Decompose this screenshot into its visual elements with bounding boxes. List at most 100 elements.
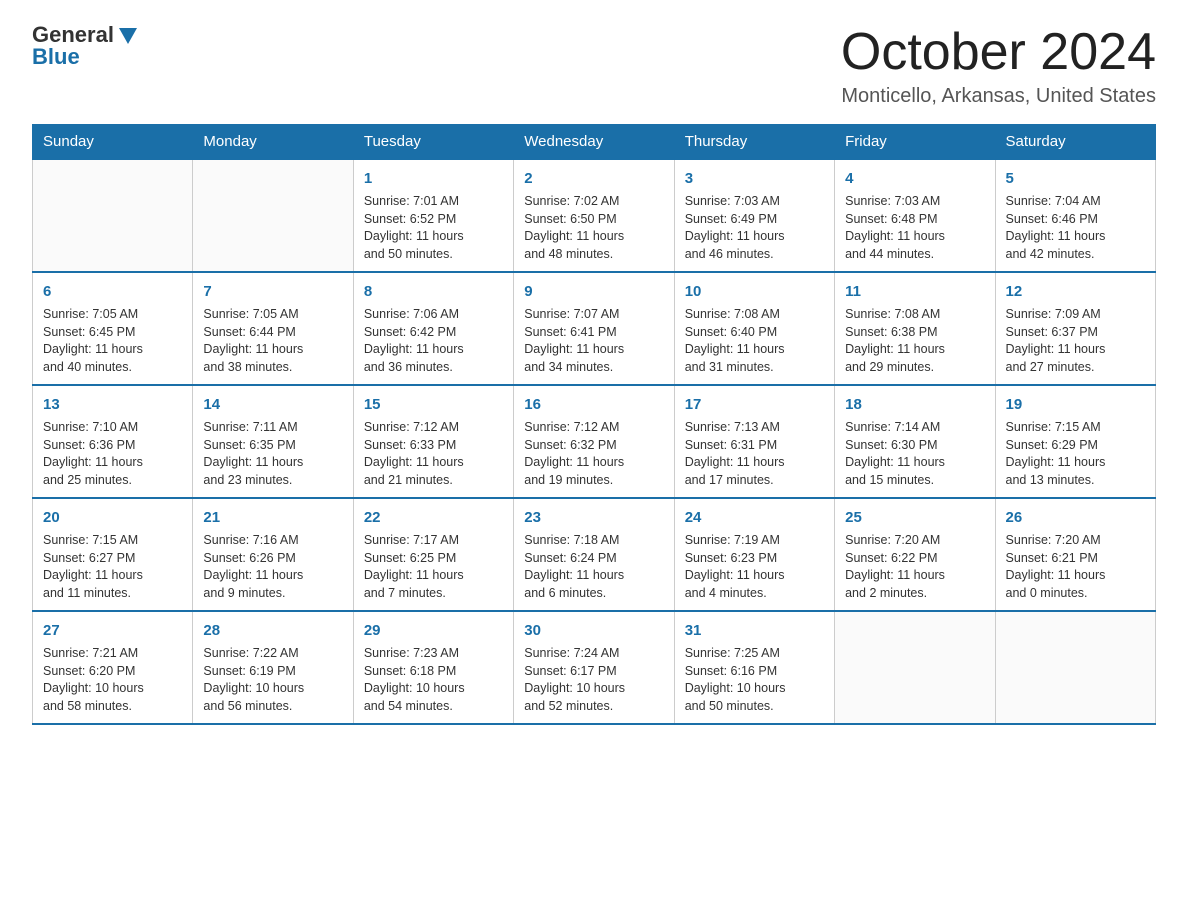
table-row: 2 Sunrise: 7:02 AM Sunset: 6:50 PM Daylig… (514, 159, 674, 272)
col-wednesday: Wednesday (514, 125, 674, 160)
day-number: 2 (524, 168, 663, 189)
calendar-table: Sunday Monday Tuesday Wednesday Thursday… (32, 124, 1156, 725)
day-number: 7 (203, 281, 342, 302)
day-number: 29 (364, 620, 503, 641)
title-block: October 2024 Monticello, Arkansas, Unite… (841, 24, 1156, 108)
day-info: Sunrise: 7:16 AM Sunset: 6:26 PM Dayligh… (203, 532, 342, 602)
table-row: 28 Sunrise: 7:22 AM Sunset: 6:19 PM Dayli… (193, 611, 353, 724)
day-info: Sunrise: 7:11 AM Sunset: 6:35 PM Dayligh… (203, 419, 342, 489)
col-sunday: Sunday (33, 125, 193, 160)
day-info: Sunrise: 7:12 AM Sunset: 6:32 PM Dayligh… (524, 419, 663, 489)
table-row (835, 611, 995, 724)
col-saturday: Saturday (995, 125, 1155, 160)
day-number: 11 (845, 281, 984, 302)
logo: General Blue (32, 24, 139, 68)
day-number: 5 (1006, 168, 1145, 189)
table-row: 5 Sunrise: 7:04 AM Sunset: 6:46 PM Daylig… (995, 159, 1155, 272)
day-info: Sunrise: 7:25 AM Sunset: 6:16 PM Dayligh… (685, 645, 824, 715)
calendar-week-row: 20Sunrise: 7:15 AM Sunset: 6:27 PM Dayli… (33, 498, 1156, 611)
table-row: 13 Sunrise: 7:10 AM Sunset: 6:36 PM Dayli… (33, 385, 193, 498)
day-number: 14 (203, 394, 342, 415)
table-row: 20Sunrise: 7:15 AM Sunset: 6:27 PM Dayli… (33, 498, 193, 611)
day-number: 8 (364, 281, 503, 302)
calendar-week-row: 6Sunrise: 7:05 AM Sunset: 6:45 PM Daylig… (33, 272, 1156, 385)
table-row: 18 Sunrise: 7:14 AM Sunset: 6:30 PM Dayli… (835, 385, 995, 498)
col-tuesday: Tuesday (353, 125, 513, 160)
table-row: 22 Sunrise: 7:17 AM Sunset: 6:25 PM Dayli… (353, 498, 513, 611)
day-info: Sunrise: 7:18 AM Sunset: 6:24 PM Dayligh… (524, 532, 663, 602)
day-info: Sunrise: 7:03 AM Sunset: 6:49 PM Dayligh… (685, 193, 824, 263)
day-info: Sunrise: 7:24 AM Sunset: 6:17 PM Dayligh… (524, 645, 663, 715)
day-info: Sunrise: 7:02 AM Sunset: 6:50 PM Dayligh… (524, 193, 663, 263)
table-row: 12Sunrise: 7:09 AM Sunset: 6:37 PM Dayli… (995, 272, 1155, 385)
logo-text-general: General (32, 24, 114, 46)
day-number: 28 (203, 620, 342, 641)
logo-text-blue: Blue (32, 46, 80, 68)
day-number: 23 (524, 507, 663, 528)
table-row: 15 Sunrise: 7:12 AM Sunset: 6:33 PM Dayli… (353, 385, 513, 498)
day-number: 17 (685, 394, 824, 415)
location-title: Monticello, Arkansas, United States (841, 85, 1156, 108)
day-number: 18 (845, 394, 984, 415)
logo-triangle-icon (117, 24, 139, 46)
col-monday: Monday (193, 125, 353, 160)
day-info: Sunrise: 7:20 AM Sunset: 6:22 PM Dayligh… (845, 532, 984, 602)
table-row: 19 Sunrise: 7:15 AM Sunset: 6:29 PM Dayli… (995, 385, 1155, 498)
calendar-week-row: 1 Sunrise: 7:01 AM Sunset: 6:52 PM Daylig… (33, 159, 1156, 272)
day-info: Sunrise: 7:04 AM Sunset: 6:46 PM Dayligh… (1006, 193, 1145, 263)
day-info: Sunrise: 7:03 AM Sunset: 6:48 PM Dayligh… (845, 193, 984, 263)
day-number: 30 (524, 620, 663, 641)
table-row: 9 Sunrise: 7:07 AM Sunset: 6:41 PM Daylig… (514, 272, 674, 385)
day-number: 3 (685, 168, 824, 189)
table-row: 23 Sunrise: 7:18 AM Sunset: 6:24 PM Dayli… (514, 498, 674, 611)
day-number: 26 (1006, 507, 1145, 528)
day-number: 1 (364, 168, 503, 189)
day-number: 22 (364, 507, 503, 528)
day-number: 6 (43, 281, 182, 302)
day-info: Sunrise: 7:10 AM Sunset: 6:36 PM Dayligh… (43, 419, 182, 489)
day-number: 9 (524, 281, 663, 302)
calendar-week-row: 27 Sunrise: 7:21 AM Sunset: 6:20 PM Dayli… (33, 611, 1156, 724)
day-info: Sunrise: 7:21 AM Sunset: 6:20 PM Dayligh… (43, 645, 182, 715)
day-number: 20 (43, 507, 182, 528)
day-info: Sunrise: 7:15 AM Sunset: 6:29 PM Dayligh… (1006, 419, 1145, 489)
table-row: 31Sunrise: 7:25 AM Sunset: 6:16 PM Dayli… (674, 611, 834, 724)
table-row (193, 159, 353, 272)
page-header: General Blue October 2024 Monticello, Ar… (32, 24, 1156, 108)
day-number: 19 (1006, 394, 1145, 415)
table-row: 25 Sunrise: 7:20 AM Sunset: 6:22 PM Dayli… (835, 498, 995, 611)
table-row (33, 159, 193, 272)
day-info: Sunrise: 7:19 AM Sunset: 6:23 PM Dayligh… (685, 532, 824, 602)
table-row: 16Sunrise: 7:12 AM Sunset: 6:32 PM Dayli… (514, 385, 674, 498)
table-row: 24Sunrise: 7:19 AM Sunset: 6:23 PM Dayli… (674, 498, 834, 611)
day-number: 13 (43, 394, 182, 415)
calendar-header-row: Sunday Monday Tuesday Wednesday Thursday… (33, 125, 1156, 160)
day-info: Sunrise: 7:08 AM Sunset: 6:40 PM Dayligh… (685, 306, 824, 376)
day-number: 15 (364, 394, 503, 415)
day-number: 12 (1006, 281, 1145, 302)
table-row: 29 Sunrise: 7:23 AM Sunset: 6:18 PM Dayli… (353, 611, 513, 724)
day-number: 25 (845, 507, 984, 528)
day-info: Sunrise: 7:05 AM Sunset: 6:44 PM Dayligh… (203, 306, 342, 376)
calendar-week-row: 13 Sunrise: 7:10 AM Sunset: 6:36 PM Dayli… (33, 385, 1156, 498)
day-info: Sunrise: 7:14 AM Sunset: 6:30 PM Dayligh… (845, 419, 984, 489)
table-row: 26Sunrise: 7:20 AM Sunset: 6:21 PM Dayli… (995, 498, 1155, 611)
day-info: Sunrise: 7:01 AM Sunset: 6:52 PM Dayligh… (364, 193, 503, 263)
day-info: Sunrise: 7:06 AM Sunset: 6:42 PM Dayligh… (364, 306, 503, 376)
day-info: Sunrise: 7:12 AM Sunset: 6:33 PM Dayligh… (364, 419, 503, 489)
table-row: 14 Sunrise: 7:11 AM Sunset: 6:35 PM Dayli… (193, 385, 353, 498)
day-info: Sunrise: 7:13 AM Sunset: 6:31 PM Dayligh… (685, 419, 824, 489)
table-row: 21Sunrise: 7:16 AM Sunset: 6:26 PM Dayli… (193, 498, 353, 611)
table-row: 1 Sunrise: 7:01 AM Sunset: 6:52 PM Daylig… (353, 159, 513, 272)
table-row: 3 Sunrise: 7:03 AM Sunset: 6:49 PM Daylig… (674, 159, 834, 272)
day-number: 27 (43, 620, 182, 641)
day-info: Sunrise: 7:17 AM Sunset: 6:25 PM Dayligh… (364, 532, 503, 602)
day-info: Sunrise: 7:23 AM Sunset: 6:18 PM Dayligh… (364, 645, 503, 715)
day-info: Sunrise: 7:22 AM Sunset: 6:19 PM Dayligh… (203, 645, 342, 715)
table-row: 6Sunrise: 7:05 AM Sunset: 6:45 PM Daylig… (33, 272, 193, 385)
table-row: 11Sunrise: 7:08 AM Sunset: 6:38 PM Dayli… (835, 272, 995, 385)
day-info: Sunrise: 7:07 AM Sunset: 6:41 PM Dayligh… (524, 306, 663, 376)
table-row: 7 Sunrise: 7:05 AM Sunset: 6:44 PM Daylig… (193, 272, 353, 385)
col-thursday: Thursday (674, 125, 834, 160)
month-title: October 2024 (841, 24, 1156, 81)
